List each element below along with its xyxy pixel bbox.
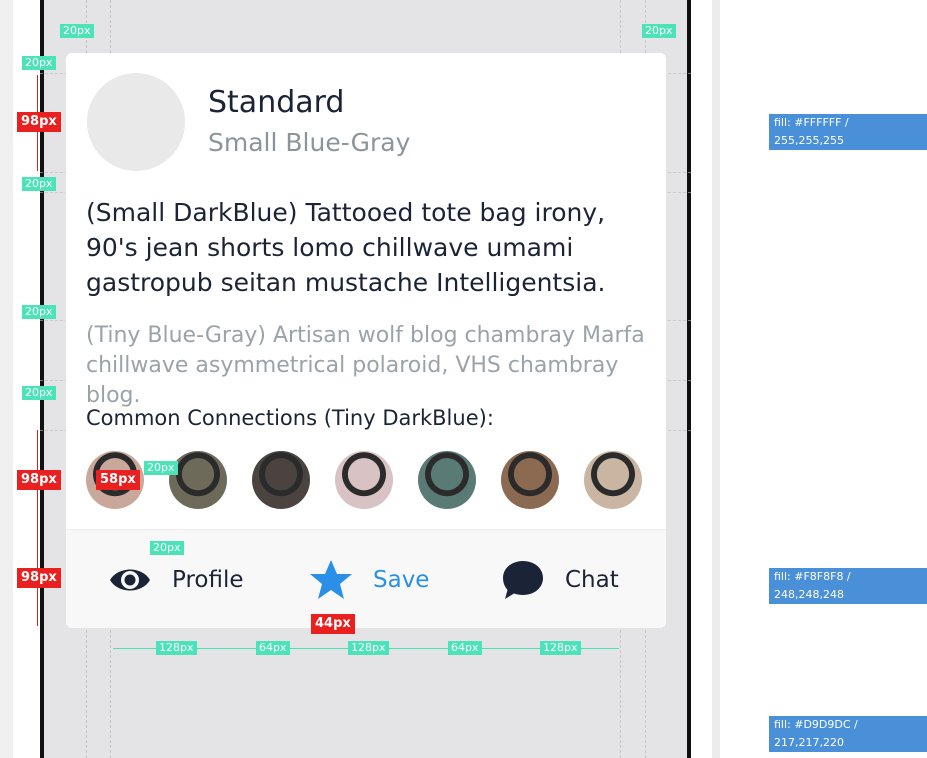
chat-button-label: Chat: [565, 566, 619, 593]
measure-label: 58px: [96, 470, 140, 490]
connection-avatar[interactable]: [418, 451, 476, 509]
spacing-label: 20px: [22, 56, 56, 70]
fill-label: fill: #FFFFFF / 255,255,255: [769, 114, 927, 150]
star-icon: [309, 558, 353, 602]
chat-bubble-icon: [501, 558, 545, 602]
spacing-label: 20px: [642, 24, 676, 38]
fill-label: fill: #F8F8F8 / 248,248,248: [769, 568, 927, 604]
connection-avatar[interactable]: [584, 451, 642, 509]
eye-icon: [108, 558, 152, 602]
measure-label: 98px: [17, 568, 61, 588]
spacing-label: 20px: [22, 177, 56, 191]
measure-label: 98px: [17, 112, 61, 132]
spacing-label: 20px: [144, 461, 178, 475]
spacing-label: 20px: [22, 386, 56, 400]
connection-avatar[interactable]: [169, 451, 227, 509]
design-spec-canvas: Standard Small Blue-Gray (Small DarkBlue…: [0, 0, 927, 758]
spacing-label: 20px: [22, 305, 56, 319]
connection-avatar[interactable]: [252, 451, 310, 509]
right-scroll-strip: [712, 0, 720, 758]
connections-label: Common Connections (Tiny DarkBlue):: [86, 406, 494, 430]
card-meta-text: (Tiny Blue-Gray) Artisan wolf blog chamb…: [86, 323, 645, 408]
spacing-label: 128px: [156, 641, 197, 655]
save-button-label: Save: [373, 566, 430, 593]
fill-label: fill: #D9D9DC / 217,217,220: [769, 716, 927, 752]
spacing-label: 128px: [540, 641, 581, 655]
spacing-label: 64px: [448, 641, 482, 655]
measure-label: 44px: [311, 614, 355, 634]
measure-label: 98px: [17, 470, 61, 490]
chat-button[interactable]: Chat: [501, 530, 619, 628]
card-subtitle: Small Blue-Gray: [208, 128, 411, 157]
card-body-text: (Small DarkBlue) Tattooed tote bag irony…: [86, 198, 606, 297]
connection-avatar[interactable]: [335, 451, 393, 509]
avatar-placeholder: [87, 73, 185, 171]
profile-button-label: Profile: [172, 566, 244, 593]
spacing-label: 20px: [150, 541, 184, 555]
card-title: Standard: [208, 85, 345, 120]
connection-avatar[interactable]: [501, 451, 559, 509]
spacing-label: 20px: [60, 24, 94, 38]
spacing-label: 128px: [348, 641, 389, 655]
spacing-label: 64px: [256, 641, 290, 655]
